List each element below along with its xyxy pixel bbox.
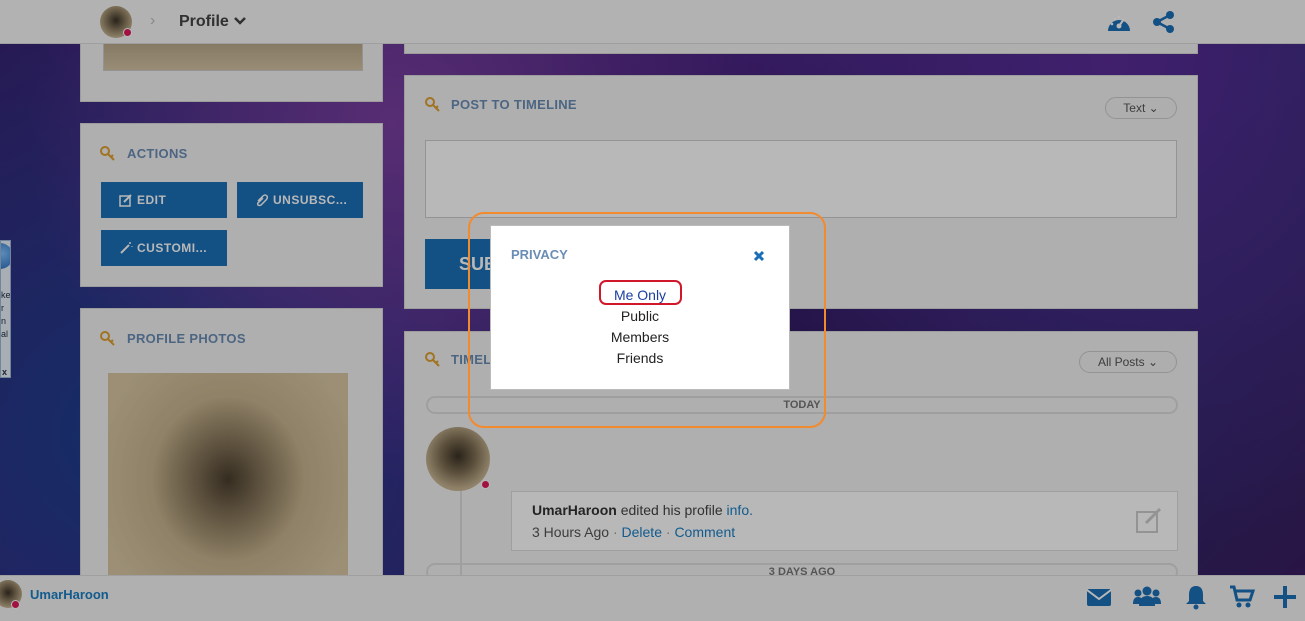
- close-icon[interactable]: [753, 250, 765, 262]
- privacy-option-members[interactable]: Members: [491, 329, 789, 345]
- privacy-option-public[interactable]: Public: [491, 308, 789, 324]
- privacy-option-me-only[interactable]: Me Only: [491, 287, 789, 303]
- privacy-modal: PRIVACY Me Only Public Members Friends: [490, 225, 790, 390]
- privacy-title: PRIVACY: [511, 247, 568, 262]
- privacy-option-friends[interactable]: Friends: [491, 350, 789, 366]
